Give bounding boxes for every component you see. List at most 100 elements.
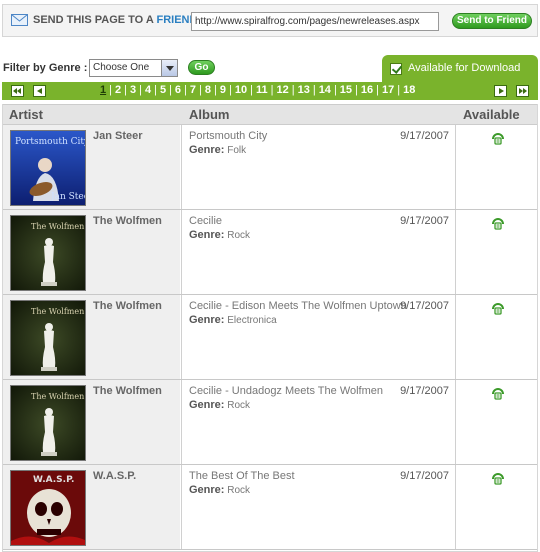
page-separator: | <box>169 84 172 96</box>
artist-name-link[interactable]: W.A.S.P. <box>93 470 136 482</box>
page-link-3[interactable]: 3 <box>130 84 136 96</box>
genre-line: Genre: Folk <box>189 144 246 156</box>
filter-by-genre-label: Filter by Genre : <box>3 62 88 74</box>
page-link-10[interactable]: 10 <box>235 84 247 96</box>
artist-name-link[interactable]: The Wolfmen <box>93 215 162 227</box>
available-cell <box>457 380 537 465</box>
genre-value[interactable]: Electronica <box>227 315 276 326</box>
page-separator: | <box>154 84 157 96</box>
available-checkbox[interactable] <box>390 63 402 75</box>
genre-value[interactable]: Rock <box>227 485 250 496</box>
genre-label: Genre: <box>189 144 225 156</box>
page-separator: | <box>229 84 232 96</box>
genre-value[interactable]: Rock <box>227 230 250 241</box>
genre-value[interactable]: Folk <box>227 145 246 156</box>
available-checkbox-label: Available for Download <box>408 62 521 74</box>
cover-title-text: W.A.S.P. <box>33 475 74 485</box>
artist-cell: W.A.S.P. W.A.S.P. <box>3 465 180 550</box>
next-page-icon[interactable] <box>494 85 507 97</box>
genre-value[interactable]: Rock <box>227 400 250 411</box>
album-name-link[interactable]: Cecilie <box>189 215 222 227</box>
row-divider <box>3 549 537 550</box>
genre-select[interactable]: Choose One <box>89 59 178 77</box>
prev-page-icon[interactable] <box>33 85 46 97</box>
album-name-link[interactable]: Cecilie - Undadogz Meets The Wolfmen <box>189 385 383 397</box>
genre-line: Genre: Rock <box>189 399 250 411</box>
artist-name-link[interactable]: Jan Steer <box>93 130 143 142</box>
page-link-1[interactable]: 1 <box>100 84 106 96</box>
available-cell <box>457 210 537 295</box>
cover-title-text: The Wolfmen <box>31 307 84 316</box>
page-link-11[interactable]: 11 <box>256 84 268 96</box>
release-date: 9/17/2007 <box>400 130 449 142</box>
release-date: 9/17/2007 <box>400 385 449 397</box>
download-available-icon[interactable] <box>491 216 505 230</box>
page-link-14[interactable]: 14 <box>319 84 331 96</box>
album-cover-image[interactable]: The Wolfmen <box>10 215 86 291</box>
page-link-9[interactable]: 9 <box>220 84 226 96</box>
page-link-7[interactable]: 7 <box>190 84 196 96</box>
artist-column-header[interactable]: Artist <box>9 107 43 122</box>
page-separator: | <box>312 84 316 96</box>
cover-title-text: Portsmouth City <box>15 137 86 147</box>
download-available-icon[interactable] <box>491 471 505 485</box>
page-separator: | <box>270 84 274 96</box>
page-separator: | <box>397 84 401 96</box>
available-for-download-toggle[interactable]: Available for Download <box>382 55 538 83</box>
genre-line: Genre: Electronica <box>189 314 277 326</box>
album-column-header[interactable]: Album <box>189 107 229 122</box>
available-cell <box>457 465 537 550</box>
send-to-friend-button[interactable]: Send to Friend <box>452 13 532 29</box>
pagination-bar: 1 | 2 | 3 | 4 | 5 | 6 | 7 | 8 | 9 | 10 | 11 | 12 | 13 | 14 | 15 | 16 | 1… <box>2 82 538 100</box>
album-name-link[interactable]: Cecilie - Edison Meets The Wolfmen Uptow… <box>189 300 407 312</box>
page-separator: | <box>184 84 187 96</box>
page-link-8[interactable]: 8 <box>205 84 211 96</box>
available-cell <box>457 125 537 210</box>
artist-cell: The Wolfmen The Wolfmen <box>3 380 180 465</box>
artist-name-link[interactable]: The Wolfmen <box>93 300 162 312</box>
page-link-5[interactable]: 5 <box>160 84 166 96</box>
download-available-icon[interactable] <box>491 386 505 400</box>
page-link-13[interactable]: 13 <box>298 84 310 96</box>
mail-icon <box>11 14 28 26</box>
album-cover-image[interactable]: Portsmouth City Jan Steer <box>10 130 86 206</box>
album-cover-image[interactable]: The Wolfmen <box>10 385 86 461</box>
available-column-header[interactable]: Available <box>463 107 520 122</box>
go-button[interactable]: Go <box>188 60 215 75</box>
artist-name-link[interactable]: The Wolfmen <box>93 385 162 397</box>
page-numbers: 1 | 2 | 3 | 4 | 5 | 6 | 7 | 8 | 9 | 10 | 11 | 12 | 13 | 14 | 15 | 16 | 1… <box>100 84 415 96</box>
release-date: 9/17/2007 <box>400 215 449 227</box>
page-link-12[interactable]: 12 <box>276 84 288 96</box>
album-cell: Portsmouth City Genre: Folk 9/17/2007 <box>181 125 456 210</box>
page-link-16[interactable]: 16 <box>361 84 373 96</box>
album-cell: The Best Of The Best Genre: Rock 9/17/2007 <box>181 465 456 550</box>
page-separator: | <box>214 84 217 96</box>
page-link-17[interactable]: 17 <box>382 84 394 96</box>
page-link-15[interactable]: 15 <box>340 84 352 96</box>
download-available-icon[interactable] <box>491 301 505 315</box>
dropdown-arrow-icon[interactable] <box>161 60 177 76</box>
genre-line: Genre: Rock <box>189 229 250 241</box>
page-link-6[interactable]: 6 <box>175 84 181 96</box>
page-link-18[interactable]: 18 <box>403 84 415 96</box>
table-header: Artist Album Available <box>3 104 537 125</box>
page-link-2[interactable]: 2 <box>115 84 121 96</box>
cover-title-text: The Wolfmen <box>31 222 84 231</box>
release-date: 9/17/2007 <box>400 470 449 482</box>
album-name-link[interactable]: The Best Of The Best <box>189 470 295 482</box>
first-page-icon[interactable] <box>11 85 24 97</box>
last-page-icon[interactable] <box>516 85 529 97</box>
album-cell: Cecilie - Edison Meets The Wolfmen Uptow… <box>181 295 456 380</box>
cover-title-text: The Wolfmen <box>31 392 84 401</box>
album-cell: Cecilie Genre: Rock 9/17/2007 <box>181 210 456 295</box>
page-link-4[interactable]: 4 <box>145 84 151 96</box>
page-url-field[interactable] <box>191 12 439 31</box>
album-name-link[interactable]: Portsmouth City <box>189 130 267 142</box>
download-available-icon[interactable] <box>491 131 505 145</box>
artist-cell: The Wolfmen The Wolfmen <box>3 295 180 380</box>
page-separator: | <box>333 84 337 96</box>
album-cover-image[interactable]: The Wolfmen <box>10 300 86 376</box>
send-page-label: SEND THIS PAGE TO A FRIEND: <box>33 14 201 26</box>
album-cover-image[interactable]: W.A.S.P. <box>10 470 86 546</box>
genre-select-value: Choose One <box>93 62 150 73</box>
